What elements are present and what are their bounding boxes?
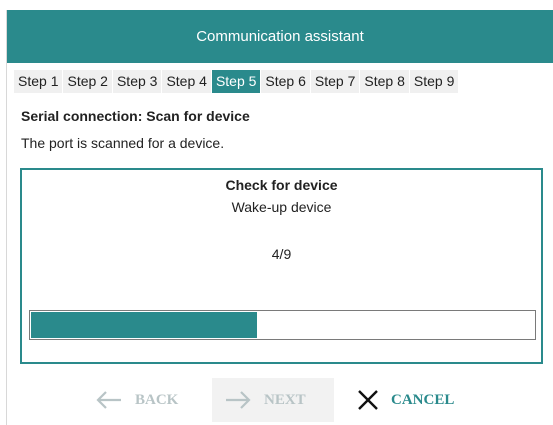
progress-bar (29, 310, 536, 340)
next-label: NEXT (264, 391, 306, 408)
step-tabs: Step 1 Step 2 Step 3 Step 4 Step 5 Step … (14, 70, 553, 93)
tab-step-1[interactable]: Step 1 (14, 70, 63, 93)
tab-step-9[interactable]: Step 9 (409, 70, 459, 93)
footer-buttons: BACK NEXT CANCEL (7, 376, 553, 425)
tab-step-3[interactable]: Step 3 (112, 70, 162, 93)
tab-step-7[interactable]: Step 7 (310, 70, 360, 93)
tab-step-4[interactable]: Step 4 (162, 70, 211, 93)
arrow-left-icon (95, 390, 123, 410)
scan-status-panel: Check for device Wake-up device 4/9 (20, 168, 543, 364)
close-icon (357, 389, 379, 411)
page-heading: Serial connection: Scan for device (21, 108, 250, 124)
panel-title: Check for device (225, 177, 338, 193)
back-button[interactable]: BACK (95, 378, 178, 422)
progress-count: 4/9 (271, 246, 292, 262)
progress-bar-fill (31, 312, 258, 338)
tab-step-5[interactable]: Step 5 (211, 70, 261, 93)
page-description: The port is scanned for a device. (21, 135, 225, 151)
tab-step-6[interactable]: Step 6 (261, 70, 310, 93)
cancel-button[interactable]: CANCEL (357, 378, 454, 422)
next-button[interactable]: NEXT (212, 378, 334, 422)
tab-step-2[interactable]: Step 2 (63, 70, 112, 93)
title-bar: Communication assistant (7, 10, 553, 63)
tab-step-8[interactable]: Step 8 (360, 70, 409, 93)
communication-assistant-window: Communication assistant Step 1 Step 2 St… (6, 10, 553, 425)
window-title: Communication assistant (196, 28, 364, 45)
arrow-right-icon (224, 390, 252, 410)
panel-subtitle: Wake-up device (231, 199, 332, 215)
back-label: BACK (135, 391, 179, 408)
cancel-label: CANCEL (391, 391, 455, 408)
